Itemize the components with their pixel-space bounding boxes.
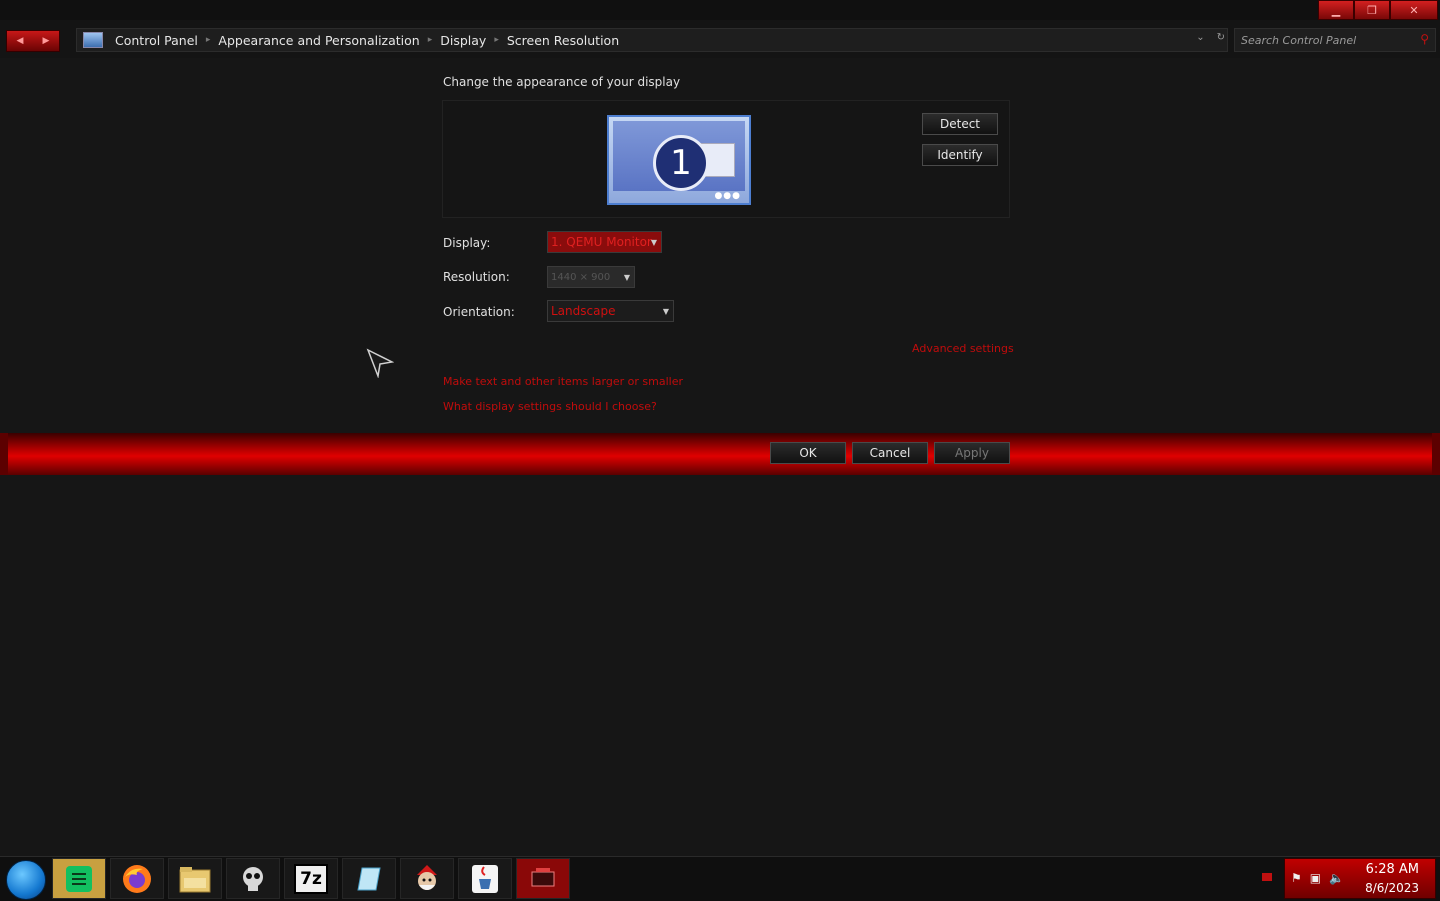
breadcrumb-display[interactable]: Display	[434, 33, 492, 48]
search-icon[interactable]: ⚲	[1420, 32, 1429, 46]
tray-icons: ⚑ ▣ 🔈	[1291, 871, 1344, 885]
orientation-label: Orientation:	[443, 305, 515, 319]
window-controls: ▁ ❐ ✕	[1318, 0, 1438, 20]
forward-arrow-icon[interactable]: ▶	[43, 36, 50, 46]
text-size-link[interactable]: Make text and other items larger or smal…	[443, 375, 683, 388]
display-select-value: 1. QEMU Monitor	[551, 235, 652, 249]
taskbar-firefox[interactable]	[110, 858, 164, 899]
navigation-bar: ◀ ▶ Control Panel ▸ Appearance and Perso…	[0, 20, 1440, 58]
taskbar-file-explorer[interactable]	[168, 858, 222, 899]
folder-icon	[179, 866, 211, 892]
more-dots-icon: ●●●	[714, 191, 741, 201]
page-title: Change the appearance of your display	[443, 75, 681, 89]
dropdown-arrow-icon: ▼	[623, 272, 630, 282]
breadcrumb-control-panel[interactable]: Control Panel	[109, 33, 204, 48]
notes-icon	[66, 865, 92, 892]
close-button[interactable]: ✕	[1390, 0, 1438, 20]
action-center-flag-icon[interactable]: ⚑	[1291, 871, 1302, 885]
paper-icon	[357, 867, 381, 890]
start-button[interactable]	[6, 860, 46, 900]
display-settings-icon	[531, 867, 555, 886]
breadcrumb-separator-icon[interactable]: ▸	[426, 35, 435, 45]
title-bar: ▁ ❐ ✕	[0, 0, 1440, 20]
apply-button[interactable]: Apply	[934, 442, 1010, 464]
minimize-icon: ▁	[1331, 3, 1341, 17]
control-panel-icon	[83, 32, 103, 48]
advanced-settings-link[interactable]: Advanced settings	[912, 342, 1014, 355]
display-label: Display:	[443, 236, 491, 250]
resolution-select-value: 1440 × 900	[551, 271, 611, 283]
taskbar-7zip[interactable]: 7z	[284, 858, 338, 899]
taskbar-santa-app[interactable]	[400, 858, 454, 899]
monitor-number-badge: 1	[653, 135, 709, 191]
cancel-button[interactable]: Cancel	[852, 442, 928, 464]
firefox-icon	[123, 864, 151, 893]
dropdown-arrow-icon: ▼	[650, 237, 657, 247]
clock-time[interactable]: 6:28 AM	[1366, 862, 1419, 877]
skull-icon	[243, 866, 263, 891]
display-select[interactable]: 1. QEMU Monitor ▼	[547, 231, 662, 253]
close-icon: ✕	[1409, 3, 1419, 17]
taskbar-notes-app[interactable]	[52, 858, 106, 899]
back-arrow-icon[interactable]: ◀	[17, 36, 24, 46]
taskbar-paper-app[interactable]	[342, 858, 396, 899]
identify-button[interactable]: Identify	[922, 144, 998, 166]
chevron-down-icon[interactable]: ⌄	[1196, 32, 1204, 43]
resolution-label: Resolution:	[443, 270, 510, 284]
back-forward-buttons[interactable]: ◀ ▶	[6, 30, 60, 52]
maximize-icon: ❐	[1367, 3, 1377, 17]
mouse-pointer-icon	[366, 348, 394, 378]
search-input[interactable]	[1235, 29, 1413, 51]
taskbar-java[interactable]	[458, 858, 512, 899]
detect-button[interactable]: Detect	[922, 113, 998, 135]
java-icon	[472, 864, 498, 893]
santa-icon	[417, 864, 437, 890]
monitor-thumbnail[interactable]: 1 ●●●	[607, 115, 751, 205]
seven-zip-icon: 7z	[294, 863, 328, 894]
search-box[interactable]: ⚲	[1234, 28, 1436, 52]
seven-zip-label: 7z	[300, 868, 322, 889]
orientation-select-value: Landscape	[551, 304, 616, 318]
ok-button[interactable]: OK	[770, 442, 846, 464]
taskbar-display-settings[interactable]	[516, 858, 570, 899]
orientation-select[interactable]: Landscape ▼	[547, 300, 674, 322]
tray-overflow-icon[interactable]	[1262, 873, 1272, 881]
dropdown-arrow-icon: ▼	[662, 306, 669, 316]
display-help-link[interactable]: What display settings should I choose?	[443, 400, 657, 413]
network-icon[interactable]: ▣	[1310, 871, 1321, 885]
volume-icon[interactable]: 🔈	[1329, 871, 1344, 885]
resolution-select[interactable]: 1440 × 900 ▼	[547, 266, 635, 288]
monitor-screen: 1	[613, 121, 745, 191]
address-tools: ⌄ ↻	[1196, 32, 1225, 43]
taskbar-skull-app[interactable]	[226, 858, 280, 899]
breadcrumb-separator-icon[interactable]: ▸	[204, 35, 213, 45]
maximize-button[interactable]: ❐	[1354, 0, 1390, 20]
refresh-icon[interactable]: ↻	[1217, 32, 1225, 43]
minimize-button[interactable]: ▁	[1318, 0, 1354, 20]
clock-date[interactable]: 8/6/2023	[1365, 881, 1419, 895]
address-bar[interactable]: Control Panel ▸ Appearance and Personali…	[76, 28, 1228, 52]
breadcrumb-screen-resolution[interactable]: Screen Resolution	[501, 33, 625, 48]
system-tray: ⚑ ▣ 🔈 6:28 AM 8/6/2023	[1284, 858, 1436, 899]
dialog-footer	[0, 433, 1440, 475]
breadcrumb-appearance[interactable]: Appearance and Personalization	[212, 33, 425, 48]
taskbar: 7z ⚑ ▣ 🔈 6:28 AM 8/6/2023	[0, 856, 1440, 901]
breadcrumb-separator-icon[interactable]: ▸	[492, 35, 501, 45]
